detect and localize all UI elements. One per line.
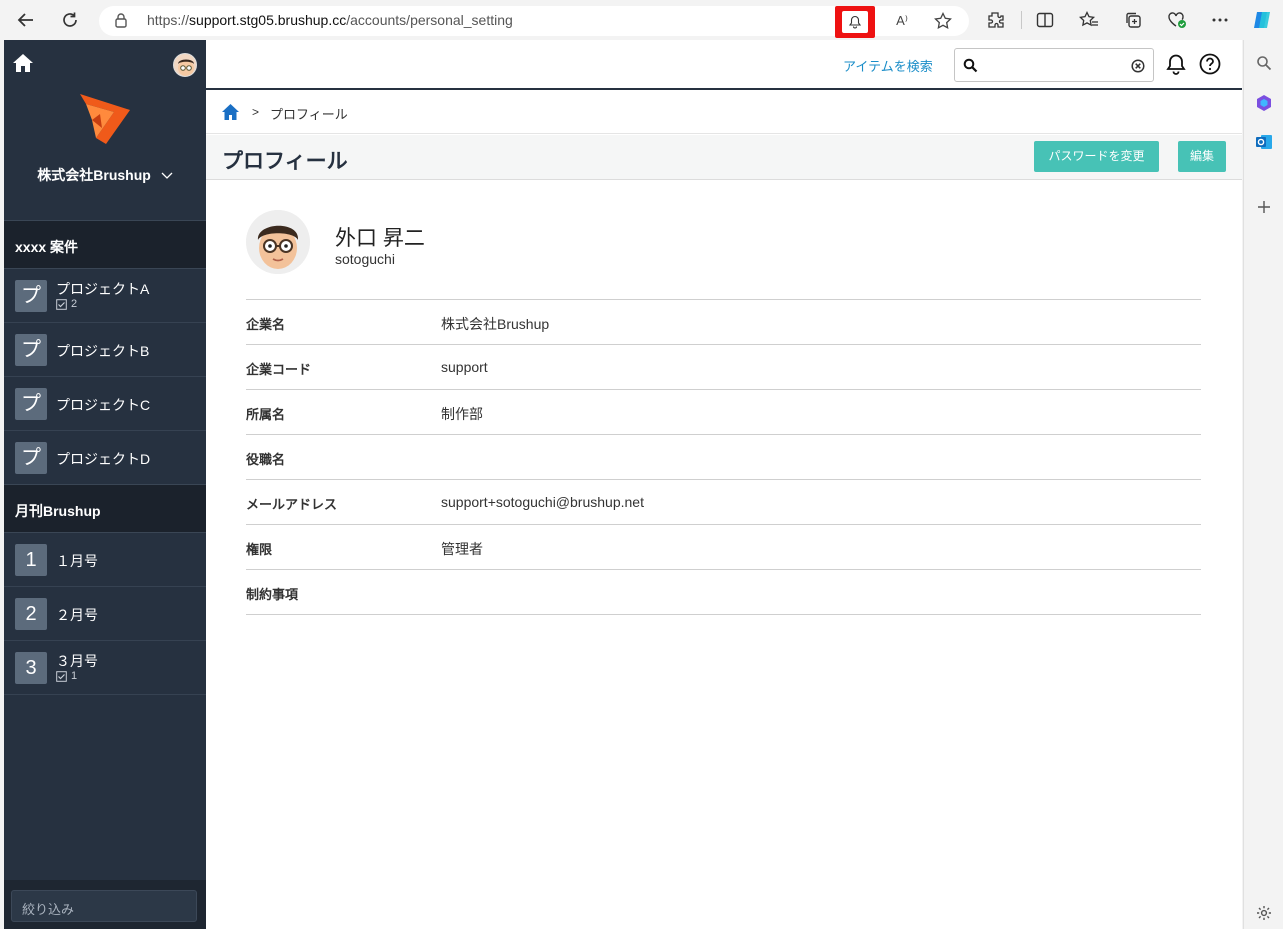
info-row-position: 役職名 [246, 435, 1201, 480]
info-row-company-code: 企業コード support [246, 345, 1201, 390]
info-row-department: 所属名 制作部 [246, 390, 1201, 435]
edit-button[interactable]: 編集 [1178, 141, 1226, 172]
field-label: 企業名 [246, 317, 286, 332]
project-badge: プ [15, 442, 47, 474]
field-value: 株式会社Brushup [441, 316, 550, 332]
field-label: 権限 [246, 542, 273, 557]
issue-label: １月号 [56, 553, 98, 569]
issue-badge: 2 [15, 598, 47, 630]
reload-icon[interactable] [58, 8, 82, 32]
field-label: 制約事項 [246, 587, 299, 602]
project-label: プロジェクトD [56, 451, 151, 467]
field-label: 企業コード [246, 362, 312, 377]
lock-icon [115, 13, 127, 32]
add-icon[interactable] [1253, 196, 1275, 218]
read-aloud-icon[interactable]: A⁾ [890, 9, 914, 33]
issue-badge: 1 [15, 544, 47, 576]
browser-toolbar: https://support.stg05.brushup.cc/account… [0, 0, 1283, 40]
app-frame: 株式会社Brushup xxxx 案件 プ プロジェクトA 2 プ プロジェクト… [4, 40, 1242, 929]
field-label: 所属名 [246, 407, 286, 422]
task-count: 2 [56, 298, 77, 310]
browser-side-panel [1243, 40, 1283, 929]
clear-search-icon[interactable] [1131, 58, 1145, 77]
chevron-down-icon [161, 167, 173, 183]
notification-bell-highlight[interactable] [835, 6, 875, 38]
project-badge: プ [15, 334, 47, 366]
back-icon[interactable] [14, 8, 38, 32]
field-value: support+sotoguchi@brushup.net [441, 494, 644, 510]
sidebar-item-issue-1[interactable]: 1 １月号 [4, 533, 206, 587]
info-row-role: 権限 管理者 [246, 525, 1201, 570]
project-badge: プ [15, 280, 47, 312]
section-title: 月刊Brushup [15, 503, 101, 519]
home-icon[interactable] [12, 53, 34, 77]
breadcrumb-home-icon[interactable] [221, 103, 240, 125]
browser-essentials-icon[interactable] [1165, 8, 1189, 32]
user-avatar[interactable] [173, 53, 197, 77]
sidebar-item-project-d[interactable]: プ プロジェクトD [4, 431, 206, 485]
favorites-icon[interactable] [1077, 8, 1101, 32]
info-row-email: メールアドレス support+sotoguchi@brushup.net [246, 480, 1201, 525]
breadcrumb-separator: > [252, 105, 260, 119]
field-label: 役職名 [246, 452, 286, 467]
section-title: xxxx 案件 [15, 239, 79, 255]
office-icon[interactable] [1253, 92, 1275, 114]
field-label: メールアドレス [246, 497, 338, 512]
search-icon [963, 58, 978, 77]
profile-username: sotoguchi [335, 251, 395, 267]
sidebar-item-project-b[interactable]: プ プロジェクトB [4, 323, 206, 377]
sidebar-item-issue-3[interactable]: 3 ３月号 1 [4, 641, 206, 695]
project-label: プロジェクトB [56, 343, 150, 359]
sidebar-item-issue-2[interactable]: 2 ２月号 [4, 587, 206, 641]
outlook-icon[interactable] [1253, 131, 1275, 153]
sidebar-item-project-a[interactable]: プ プロジェクトA 2 [4, 269, 206, 323]
breadcrumb-current: プロフィール [270, 107, 348, 122]
bell-icon [849, 15, 861, 29]
field-value: 制作部 [441, 406, 483, 422]
item-search-link[interactable]: アイテムを検索 [843, 56, 933, 75]
profile-info-table: 企業名 株式会社Brushup 企業コード support 所属名 制作部 役職… [246, 299, 1201, 615]
breadcrumb: > プロフィール [206, 92, 1242, 134]
company-name: 株式会社Brushup [37, 167, 151, 183]
info-row-restrictions: 制約事項 [246, 570, 1201, 615]
profile-avatar [246, 210, 310, 274]
page-title-bar: プロフィール パスワードを変更 編集 [206, 135, 1242, 180]
checkbox-icon [56, 298, 67, 310]
notification-bell-icon[interactable] [1164, 52, 1188, 76]
sidebar-section-header: xxxx 案件 [4, 220, 206, 269]
issue-label: ３月号 [56, 653, 98, 669]
sidebar-item-project-c[interactable]: プ プロジェクトC [4, 377, 206, 431]
checkbox-icon [56, 670, 67, 682]
issue-label: ２月号 [56, 607, 98, 623]
change-password-button[interactable]: パスワードを変更 [1034, 141, 1159, 172]
left-sidebar: 株式会社Brushup xxxx 案件 プ プロジェクトA 2 プ プロジェクト… [4, 40, 206, 929]
search-input[interactable] [954, 48, 1154, 82]
sidebar-section-header: 月刊Brushup [4, 484, 206, 533]
sidebar-filter-input[interactable]: 絞り込み [11, 890, 197, 922]
settings-gear-icon[interactable] [1253, 902, 1275, 924]
app-header: アイテムを検索 [206, 40, 1242, 90]
url-text: https://support.stg05.brushup.cc/account… [147, 12, 513, 28]
field-value: 管理者 [441, 541, 483, 557]
copilot-icon[interactable] [1250, 8, 1274, 32]
help-icon[interactable] [1198, 52, 1222, 76]
page-title: プロフィール [222, 150, 348, 173]
company-switcher[interactable]: 株式会社Brushup [4, 165, 206, 185]
project-label: プロジェクトC [56, 397, 151, 413]
brushup-logo[interactable] [76, 90, 134, 152]
task-count: 1 [56, 670, 77, 682]
info-row-company: 企業名 株式会社Brushup [246, 300, 1201, 345]
project-label: プロジェクトA [56, 281, 150, 297]
profile-name: 外口 昇二 [335, 227, 425, 250]
extensions-icon[interactable] [984, 8, 1008, 32]
favorite-star-icon[interactable] [931, 9, 955, 33]
more-options-icon[interactable] [1208, 8, 1232, 32]
toolbar-divider [1021, 11, 1022, 29]
collections-icon[interactable] [1121, 8, 1145, 32]
split-screen-icon[interactable] [1033, 8, 1057, 32]
project-badge: プ [15, 388, 47, 420]
issue-badge: 3 [15, 652, 47, 684]
search-icon[interactable] [1253, 52, 1275, 74]
field-value: support [441, 359, 488, 375]
